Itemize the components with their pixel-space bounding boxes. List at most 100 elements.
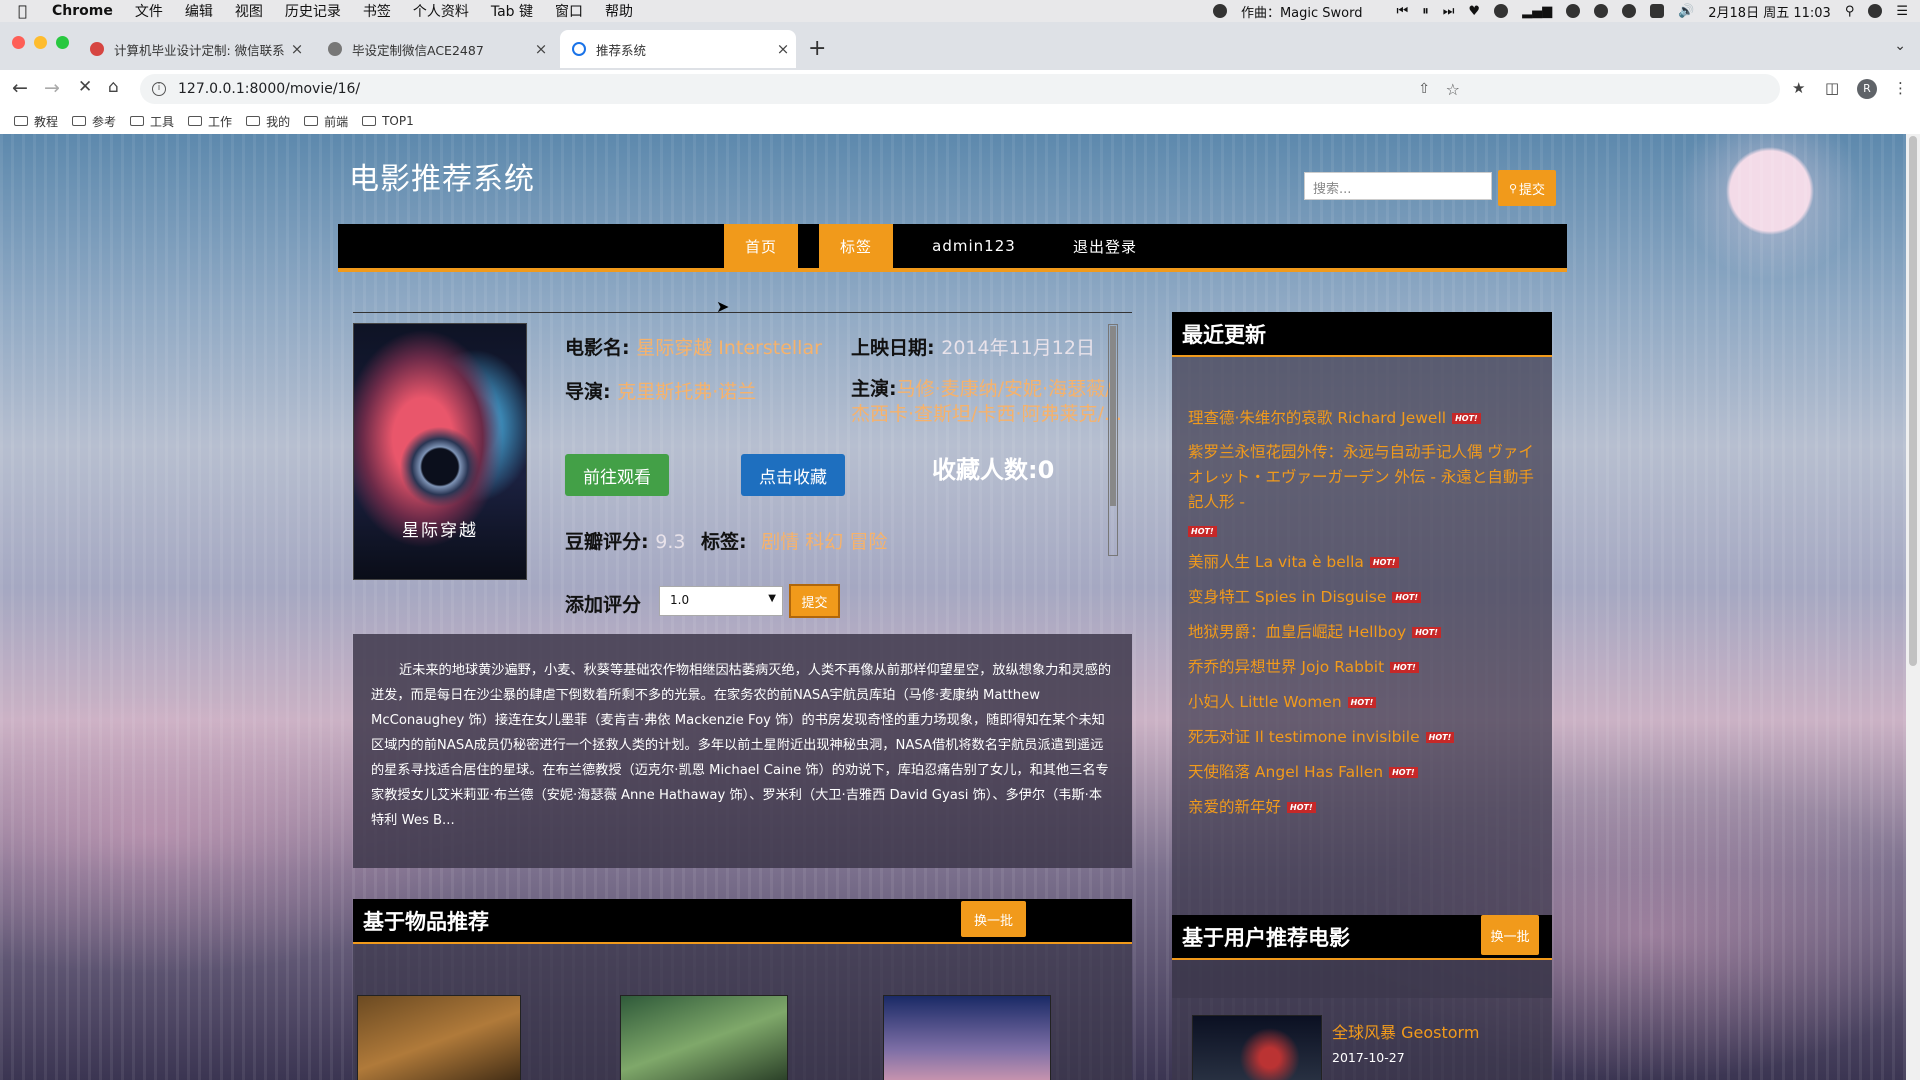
tab-search-icon[interactable]: ⌄ — [1894, 38, 1906, 54]
divider — [353, 312, 1132, 313]
bookmark-folder[interactable]: 参考 — [72, 113, 116, 130]
page-scrollbar[interactable] — [1906, 134, 1920, 1080]
extensions-icon[interactable]: ★ — [1792, 79, 1805, 97]
menu-profiles[interactable]: 个人资料 — [413, 1, 469, 21]
favorite-button[interactable]: 点击收藏 — [741, 454, 845, 496]
recent-item[interactable]: 天使陷落 Angel Has Fallen HOT! — [1188, 760, 1538, 785]
record-icon[interactable] — [1212, 4, 1227, 18]
rating-select[interactable]: 1.0 ▼ — [659, 586, 783, 616]
control-center-icon[interactable]: ☰ — [1896, 4, 1908, 19]
recommended-movie-thumb[interactable] — [883, 995, 1051, 1080]
new-tab-icon[interactable]: + — [808, 36, 826, 61]
user-rec-title[interactable]: 全球风暴 Geostorm — [1332, 1019, 1479, 1043]
nav-tags[interactable]: 标签 — [819, 224, 893, 268]
bookmark-folder[interactable]: TOP1 — [362, 114, 414, 128]
stop-loading-icon[interactable]: ✕ — [78, 77, 92, 97]
search-input[interactable]: 搜索... — [1304, 172, 1492, 200]
minimize-window-icon[interactable] — [34, 36, 47, 49]
volume-icon[interactable]: 🔊 — [1678, 4, 1694, 19]
bookmark-folder[interactable]: 教程 — [14, 113, 58, 130]
tags[interactable]: 剧情 科幻 冒险 — [761, 531, 887, 553]
recent-item[interactable]: 美丽人生 La vita è bella HOT! — [1188, 550, 1538, 575]
bookmark-folder[interactable]: 前端 — [304, 113, 348, 130]
menu-tab[interactable]: Tab 键 — [491, 1, 533, 21]
menu-window[interactable]: 窗口 — [555, 1, 583, 21]
now-playing-text[interactable]: 作曲：Magic Sword — [1241, 2, 1363, 21]
menu-history[interactable]: 历史记录 — [285, 1, 341, 21]
spotlight-icon[interactable]: ⚲ — [1845, 4, 1855, 19]
hot-badge: HOT! — [1389, 767, 1418, 778]
datetime[interactable]: 2月18日 周五 11:03 — [1708, 2, 1831, 21]
heart-icon[interactable]: ♥ — [1468, 4, 1480, 19]
menu-view[interactable]: 视图 — [235, 1, 263, 21]
recommended-movie-thumb[interactable] — [620, 995, 788, 1080]
hot-badge: HOT! — [1347, 697, 1377, 708]
vpn-icon[interactable] — [1566, 4, 1581, 18]
bookmark-folder[interactable]: 我的 — [246, 113, 290, 130]
side-panel-icon[interactable]: ◫ — [1825, 79, 1839, 97]
page-scroll-thumb[interactable] — [1909, 136, 1917, 666]
menu-edit[interactable]: 编辑 — [185, 1, 213, 21]
bookmark-star-icon[interactable]: ☆ — [1446, 80, 1460, 99]
rating-submit-button[interactable]: 提交 — [789, 584, 840, 618]
rate-label: 添加评分 — [565, 594, 642, 616]
url-text[interactable]: 127.0.0.1:8000/movie/16/ — [178, 81, 360, 97]
zoom-window-icon[interactable] — [56, 36, 69, 49]
recent-item[interactable]: 理查德·朱维尔的哀歌 Richard Jewell HOT! — [1188, 406, 1538, 431]
nav-user[interactable]: admin123 — [918, 224, 1030, 268]
tab-3-active[interactable]: 推荐系统 × — [560, 30, 796, 68]
back-icon[interactable]: ← — [12, 77, 28, 99]
wechat-icon[interactable] — [1622, 4, 1637, 18]
nav-home[interactable]: 首页 — [724, 224, 798, 268]
next-track-icon[interactable]: ⏭ — [1443, 4, 1455, 19]
tab-2[interactable]: 毕设定制微信ACE2487 × — [316, 30, 554, 68]
home-icon[interactable]: ⌂ — [108, 77, 119, 97]
hot-badge: HOT! — [1452, 413, 1481, 424]
siri-icon[interactable] — [1868, 4, 1883, 18]
bookmark-folder[interactable]: 工作 — [188, 113, 232, 130]
recent-item[interactable]: 变身特工 Spies in Disguise HOT! — [1188, 585, 1538, 610]
user-based-swap-button[interactable]: 换一批 — [1481, 915, 1539, 955]
recent-item[interactable]: 死无对证 Il testimone invisibile HOT! — [1188, 725, 1538, 750]
loading-spinner-icon — [572, 42, 586, 56]
tab-1[interactable]: 计算机毕业设计定制: 微信联系方 × — [78, 30, 310, 68]
close-window-icon[interactable] — [12, 36, 25, 49]
profile-avatar[interactable]: R — [1857, 79, 1877, 99]
share-icon[interactable]: ⇧ — [1418, 81, 1430, 97]
watch-button[interactable]: 前往观看 — [565, 454, 669, 496]
menu-help[interactable]: 帮助 — [605, 1, 633, 21]
nav-logout[interactable]: 退出登录 — [1050, 224, 1160, 268]
input-method-icon[interactable] — [1650, 4, 1665, 18]
tab-close-icon[interactable]: × — [770, 40, 796, 58]
tab-close-icon[interactable]: × — [284, 40, 310, 58]
recent-item[interactable]: 地狱男爵：血皇后崛起 Hellboy HOT! — [1188, 620, 1538, 645]
forward-icon[interactable]: → — [44, 77, 60, 99]
user-rec-thumb[interactable] — [1192, 1015, 1322, 1080]
menu-bookmarks[interactable]: 书签 — [363, 1, 391, 21]
netease-icon[interactable] — [1494, 4, 1509, 18]
recommended-movie-thumb[interactable] — [357, 995, 521, 1080]
chat-icon[interactable] — [1594, 4, 1609, 18]
recent-item[interactable]: 小妇人 Little Women HOT! — [1188, 690, 1538, 715]
item-based-swap-button[interactable]: 换一批 — [961, 901, 1026, 937]
menu-app-name[interactable]: Chrome — [52, 3, 113, 19]
prev-track-icon[interactable]: ⏮ — [1397, 4, 1409, 19]
site-info-icon[interactable]: i — [152, 82, 166, 96]
info-scroll-thumb[interactable] — [1110, 326, 1116, 506]
recent-item[interactable]: 乔乔的异想世界 Jojo Rabbit HOT! — [1188, 655, 1538, 680]
bookmark-folder[interactable]: 工具 — [130, 113, 174, 130]
bookmark-label: TOP1 — [382, 114, 414, 128]
pause-icon[interactable]: ⏸ — [1422, 4, 1429, 19]
recent-item[interactable]: 亲爱的新年好 HOT! — [1188, 795, 1538, 820]
menu-file[interactable]: 文件 — [135, 1, 163, 21]
search-submit-button[interactable]: ⚲ 提交 — [1498, 170, 1556, 206]
tab-close-icon[interactable]: × — [528, 40, 554, 58]
info-scrollbar[interactable] — [1108, 324, 1118, 556]
signal-icon[interactable]: ▂▄▆ — [1522, 4, 1552, 19]
recent-item[interactable]: 紫罗兰永恒花园外传：永远与自动手记人偶 ヴァイオレット・エヴァーガーデン 外伝 … — [1188, 440, 1538, 540]
folder-icon — [14, 116, 28, 126]
chrome-menu-icon[interactable]: ⋮ — [1893, 79, 1908, 97]
site-title[interactable]: 电影推荐系统 — [349, 154, 535, 198]
apple-icon[interactable]:  — [18, 2, 40, 20]
address-bar[interactable]: i 127.0.0.1:8000/movie/16/ ⇧ ☆ — [140, 74, 1780, 104]
